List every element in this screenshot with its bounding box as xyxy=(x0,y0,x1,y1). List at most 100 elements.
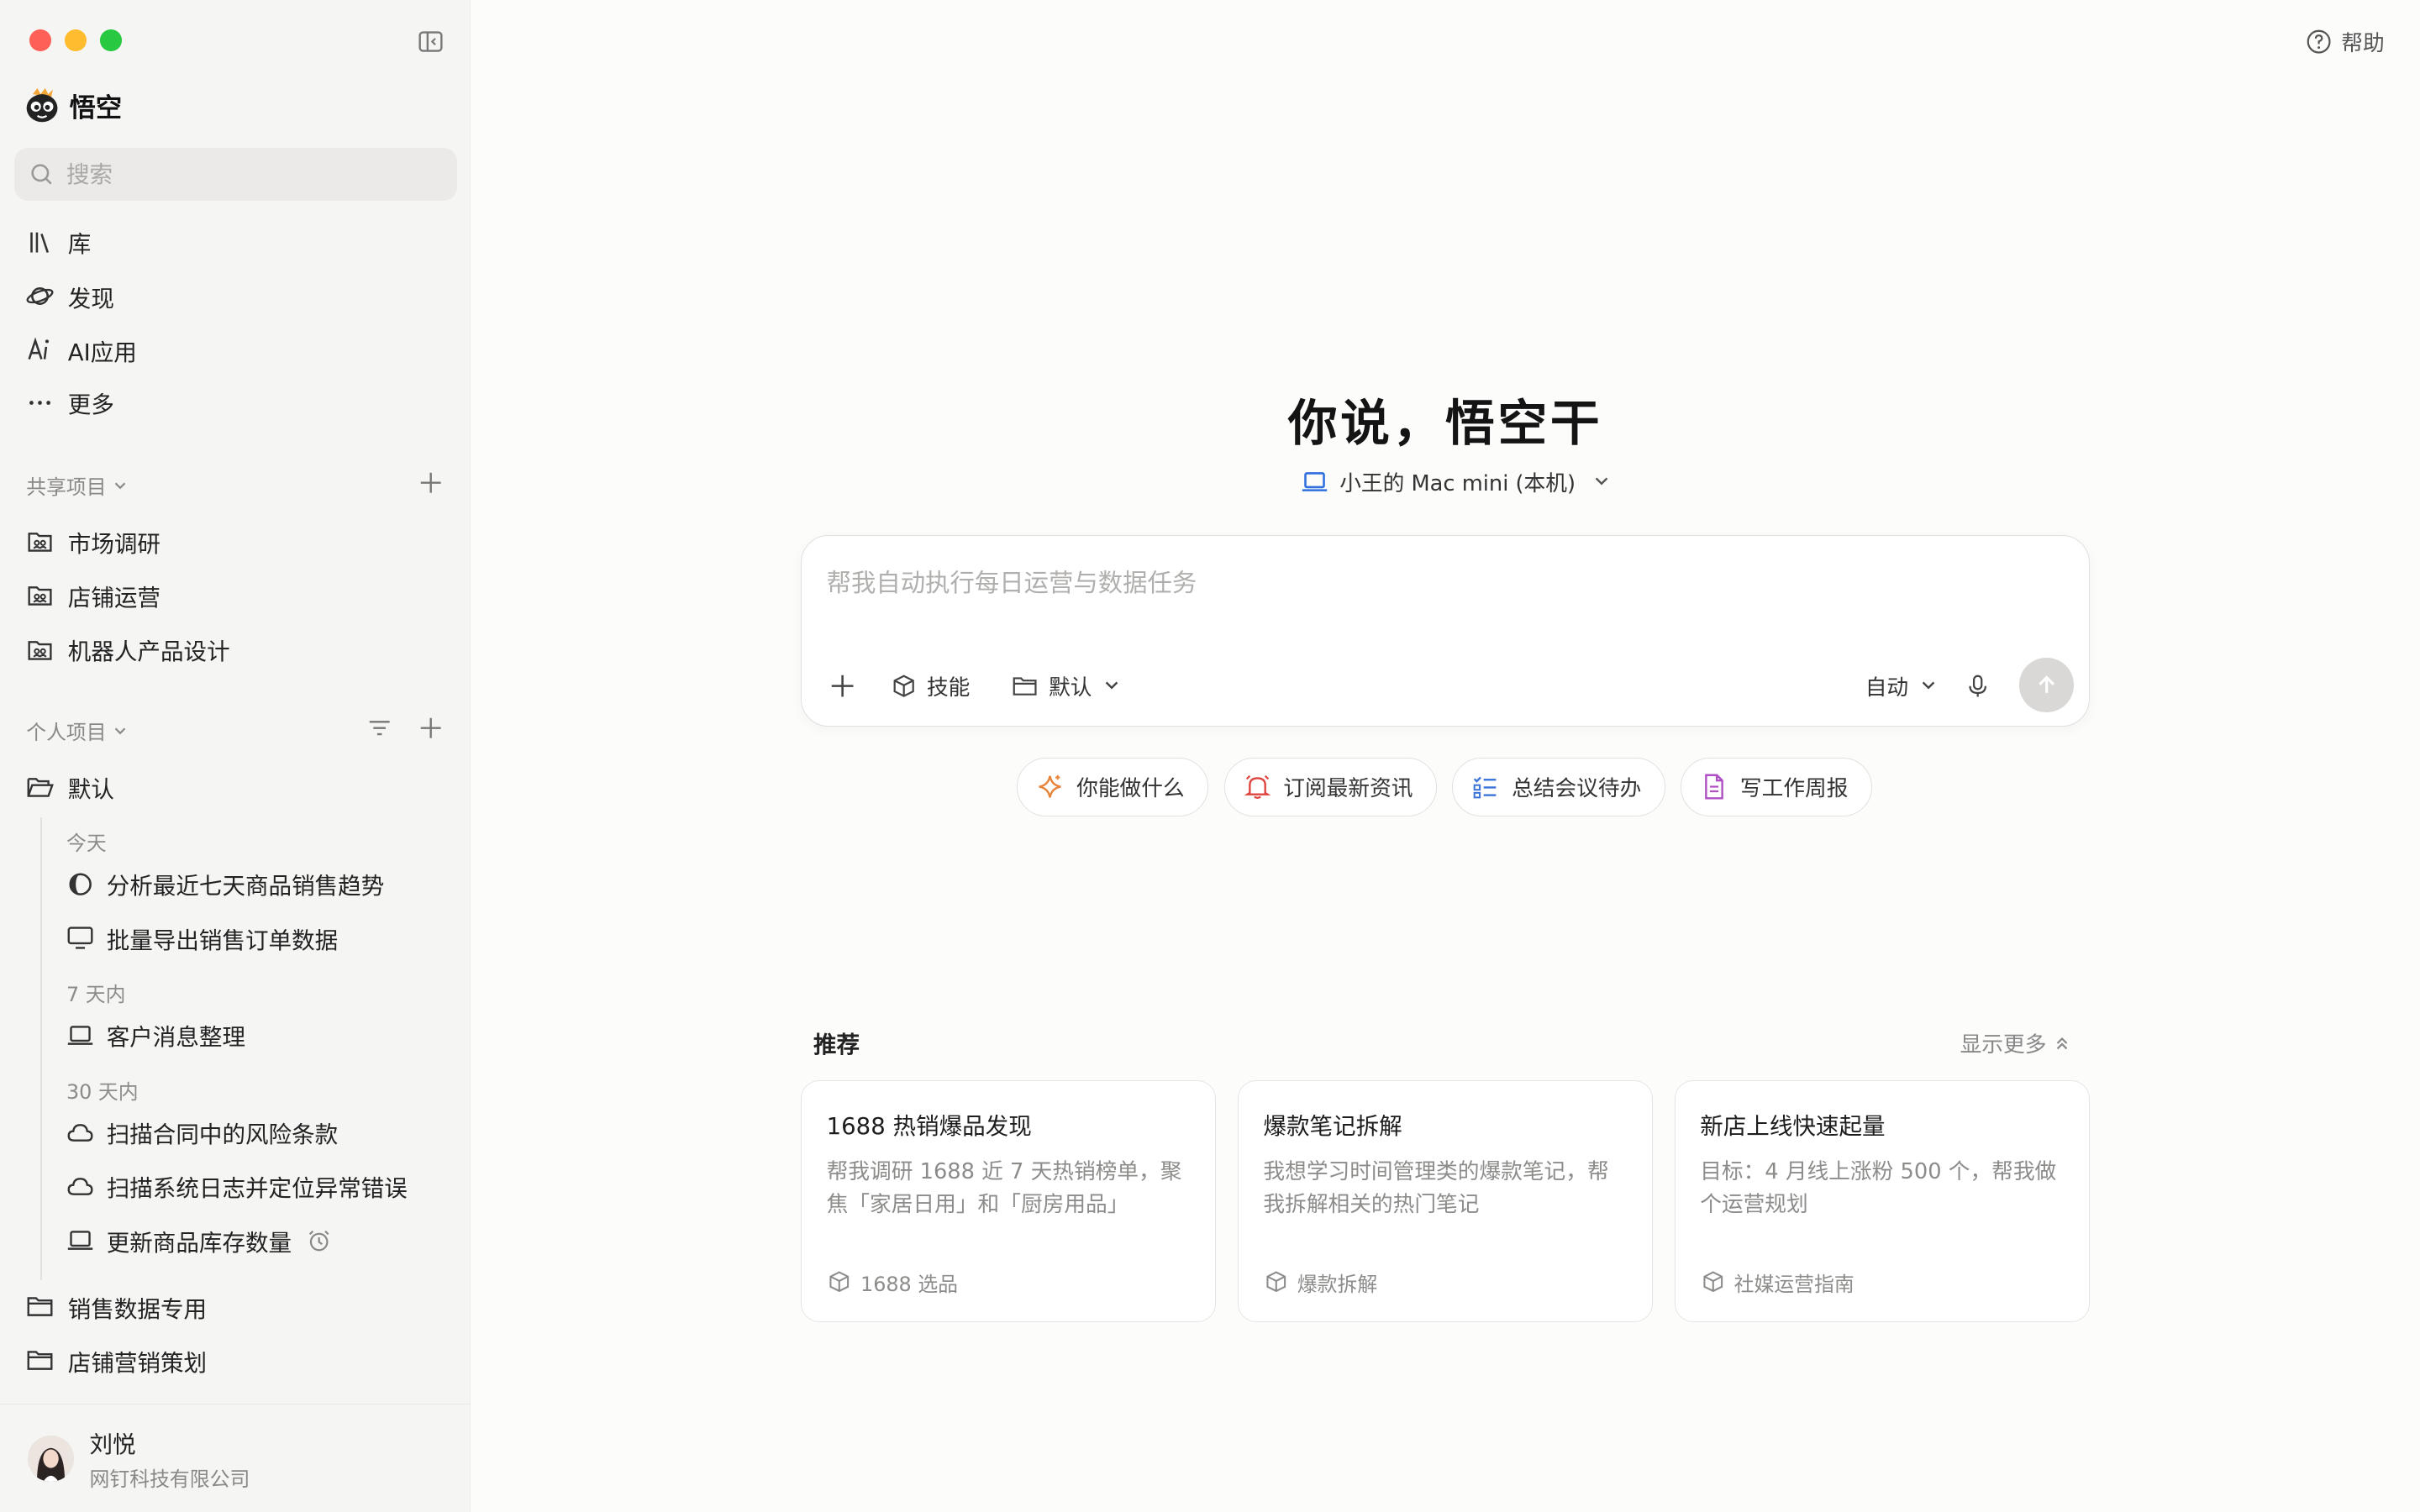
task-item[interactable]: 批量导出销售订单数据 xyxy=(66,920,338,957)
skills-button[interactable]: 技能 xyxy=(892,669,971,702)
chip-label: 写工作周报 xyxy=(1739,776,1849,802)
card-tag: 1688 选品 xyxy=(828,1268,958,1297)
project-label: 店铺营销策划 xyxy=(67,1349,208,1377)
cloud-icon xyxy=(66,1173,94,1200)
personal-folder-default[interactable]: 默认 xyxy=(26,769,114,806)
card-title: 新店上线快速起量 xyxy=(1700,1112,1886,1140)
chevron-double-up-icon xyxy=(2053,1034,2071,1053)
recommend-card[interactable]: 新店上线快速起量 目标：4 月线上涨粉 500 个，帮我做个运营规划 社媒运营指… xyxy=(1674,1079,2090,1323)
user-profile[interactable]: 刘悦 网钉科技有限公司 xyxy=(0,1404,471,1512)
card-description: 我想学习时间管理类的爆款笔记，帮我拆解相关的热门笔记 xyxy=(1263,1159,1609,1217)
mode-selector[interactable]: 自动 xyxy=(1865,669,1938,702)
cube-icon xyxy=(828,1270,851,1294)
prompt-input[interactable] xyxy=(826,564,2046,611)
monitor-icon xyxy=(66,924,94,952)
folder-open-icon xyxy=(26,773,55,801)
task-item[interactable]: 客户消息整理 xyxy=(66,1016,245,1053)
help-label: 帮助 xyxy=(2341,31,2385,57)
suggestion-chip[interactable]: 订阅最新资讯 xyxy=(1223,757,1438,816)
task-item[interactable]: 扫描合同中的风险条款 xyxy=(66,1114,338,1151)
chip-label: 你能做什么 xyxy=(1076,776,1185,802)
task-label: 扫描合同中的风险条款 xyxy=(106,1121,339,1149)
group-label-today: 今天 xyxy=(66,832,107,856)
nav-item-discover[interactable]: 发现 xyxy=(26,278,114,315)
minimize-window-button[interactable] xyxy=(65,29,87,51)
project-label: 市场调研 xyxy=(67,530,160,558)
folder-icon xyxy=(1012,673,1038,699)
group-label-7-days: 7 天内 xyxy=(66,983,126,1007)
chevron-down-icon xyxy=(111,476,129,495)
chip-label: 订阅最新资讯 xyxy=(1283,776,1413,802)
chevron-down-icon xyxy=(1919,676,1938,695)
brand: 悟空 xyxy=(24,87,123,124)
card-tag-label: 爆款拆解 xyxy=(1297,1272,1378,1296)
sort-projects-button[interactable] xyxy=(366,714,393,742)
user-name: 刘悦 xyxy=(89,1431,136,1458)
ai-app-icon xyxy=(26,336,54,364)
cube-icon xyxy=(1265,1270,1288,1294)
nav-label: 库 xyxy=(67,231,92,259)
section-title: 个人项目 xyxy=(26,721,107,745)
window-controls xyxy=(29,29,123,51)
close-window-button[interactable] xyxy=(29,29,51,51)
chip-label: 总结会议待办 xyxy=(1512,776,1642,802)
library-icon xyxy=(26,228,54,256)
nav-label: 发现 xyxy=(67,285,114,312)
help-button[interactable]: 帮助 xyxy=(2306,26,2385,57)
personal-folder-item[interactable]: 店铺营销策划 xyxy=(26,1342,207,1379)
device-selector[interactable]: 小王的 Mac mini (本机) xyxy=(1301,466,1611,497)
recommend-card[interactable]: 爆款笔记拆解 我想学习时间管理类的爆款笔记，帮我拆解相关的热门笔记 爆款拆解 xyxy=(1238,1079,1654,1323)
filter-icon xyxy=(367,716,392,740)
sidebar: 悟空 库 发现 AI应用 更多 共享项目 xyxy=(0,0,471,1512)
suggestion-chip[interactable]: 写工作周报 xyxy=(1681,757,1872,816)
zoom-window-button[interactable] xyxy=(100,29,123,51)
folder-icon xyxy=(26,1293,54,1320)
folder-label: 默认 xyxy=(1049,675,1092,701)
task-label: 分析最近七天商品销售趋势 xyxy=(106,873,385,900)
send-button[interactable] xyxy=(2019,658,2074,712)
shared-project-item[interactable]: 市场调研 xyxy=(26,523,160,560)
skills-label: 技能 xyxy=(926,675,971,701)
shared-projects-header[interactable]: 共享项目 xyxy=(26,470,129,500)
task-item[interactable]: 扫描系统日志并定位异常错误 xyxy=(66,1168,408,1205)
attach-button[interactable] xyxy=(829,669,855,702)
mode-label: 自动 xyxy=(1865,675,1909,701)
voice-input-button[interactable] xyxy=(1965,669,1990,702)
microphone-icon xyxy=(1965,674,1990,698)
avatar xyxy=(28,1435,75,1482)
add-personal-project-button[interactable] xyxy=(417,714,445,742)
folder-selector[interactable]: 默认 xyxy=(1012,669,1121,702)
task-label: 更新商品库存数量 xyxy=(106,1229,292,1257)
alarm-clock-icon xyxy=(307,1228,331,1252)
shared-project-item[interactable]: 机器人产品设计 xyxy=(26,631,230,668)
personal-projects-header[interactable]: 个人项目 xyxy=(26,716,129,745)
chevron-down-icon xyxy=(111,722,129,740)
add-shared-project-button[interactable] xyxy=(417,469,445,496)
shared-project-item[interactable]: 店铺运营 xyxy=(26,577,160,614)
card-description: 目标：4 月线上涨粉 500 个，帮我做个运营规划 xyxy=(1700,1159,2057,1217)
checklist-icon xyxy=(1471,773,1499,801)
card-tag: 社媒运营指南 xyxy=(1702,1268,1854,1297)
device-label: 小王的 Mac mini (本机) xyxy=(1339,470,1576,496)
suggestion-chip[interactable]: 总结会议待办 xyxy=(1452,757,1665,816)
shared-folder-icon xyxy=(26,636,54,664)
show-more-button[interactable]: 显示更多 xyxy=(1960,1027,2071,1058)
cube-icon xyxy=(1702,1270,1725,1294)
section-title: 共享项目 xyxy=(26,475,107,500)
task-item[interactable]: 分析最近七天商品销售趋势 xyxy=(66,865,384,902)
task-label: 扫描系统日志并定位异常错误 xyxy=(106,1175,408,1203)
task-item[interactable]: 更新商品库存数量 xyxy=(66,1222,332,1259)
brand-name: 悟空 xyxy=(69,92,123,123)
personal-folder-item[interactable]: 销售数据专用 xyxy=(26,1289,207,1326)
sidebar-toggle-icon[interactable] xyxy=(417,28,445,55)
search-input[interactable] xyxy=(66,160,437,188)
nav-item-library[interactable]: 库 xyxy=(26,223,91,260)
show-more-label: 显示更多 xyxy=(1960,1032,2047,1058)
card-title: 爆款笔记拆解 xyxy=(1263,1112,1402,1140)
suggestion-chip[interactable]: 你能做什么 xyxy=(1017,757,1209,816)
nav-item-ai-apps[interactable]: AI应用 xyxy=(26,332,137,369)
card-description: 帮我调研 1688 近 7 天热销榜单，聚焦「家居日用」和「厨房用品」 xyxy=(826,1159,1182,1217)
shared-folder-icon xyxy=(26,581,54,609)
search-box[interactable] xyxy=(13,148,457,201)
recommend-card[interactable]: 1688 热销爆品发现 帮我调研 1688 近 7 天热销榜单，聚焦「家居日用」… xyxy=(801,1079,1217,1323)
